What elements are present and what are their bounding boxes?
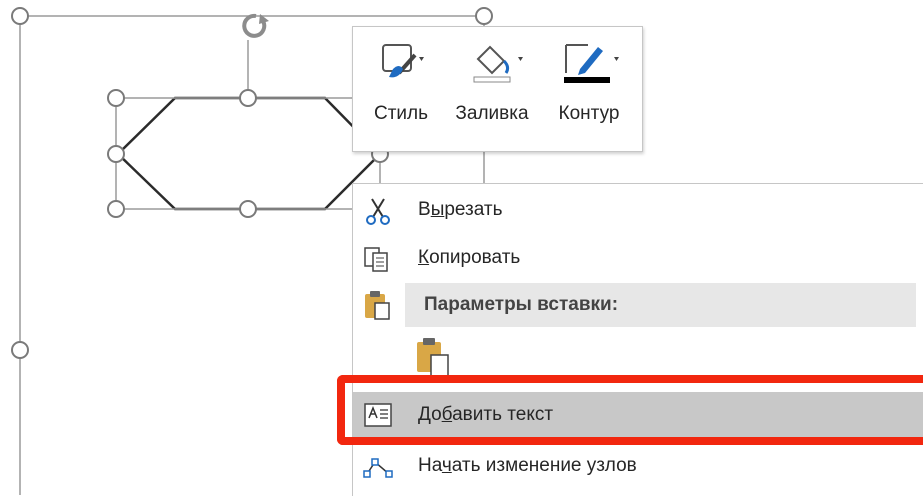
copy-icon (364, 247, 388, 272)
rotate-handle-icon[interactable] (242, 13, 269, 38)
menu-item-add-text[interactable]: Добавить текст (353, 392, 923, 438)
menu-item-label: Начать изменение узлов (418, 455, 637, 476)
menu-item-cut[interactable]: Вырезать (353, 190, 923, 232)
resize-handle[interactable] (239, 200, 257, 218)
paste-icon (365, 291, 390, 320)
menu-item-edit-points[interactable]: Начать изменение узлов (353, 446, 923, 488)
style-brush-icon (382, 44, 424, 78)
outline-button[interactable]: Контур (548, 27, 630, 151)
fill-label: Заливка (455, 103, 529, 124)
menu-item-label: Вырезать (418, 199, 503, 220)
fill-bucket-icon (473, 45, 523, 83)
resize-handle[interactable] (11, 341, 29, 359)
style-label: Стиль (373, 103, 429, 124)
paste-keep-format-icon[interactable] (413, 336, 455, 378)
resize-handle[interactable] (11, 7, 29, 25)
resize-handle[interactable] (107, 145, 125, 163)
resize-handle[interactable] (239, 89, 257, 107)
style-button[interactable]: Стиль (365, 27, 437, 151)
menu-item-label: Копировать (418, 247, 521, 268)
menu-item-copy[interactable]: Копировать (353, 238, 923, 280)
paste-options-header: Параметры вставки: (405, 283, 916, 327)
fill-button[interactable]: Заливка (448, 27, 536, 151)
resize-handle[interactable] (475, 7, 493, 25)
edit-points-icon (363, 458, 393, 478)
outline-label: Контур (558, 103, 620, 124)
mini-toolbar: Стиль Заливка Контур (352, 26, 643, 152)
resize-handle[interactable] (107, 200, 125, 218)
menu-item-label: Добавить текст (418, 404, 554, 425)
outline-pen-icon (564, 44, 619, 83)
resize-handle[interactable] (107, 89, 125, 107)
scissors-icon (366, 198, 390, 225)
context-menu: Вырезать Копировать Параметры вставки: Д… (352, 183, 923, 496)
hexagon-shape[interactable] (116, 96, 382, 211)
add-text-icon (364, 403, 392, 427)
